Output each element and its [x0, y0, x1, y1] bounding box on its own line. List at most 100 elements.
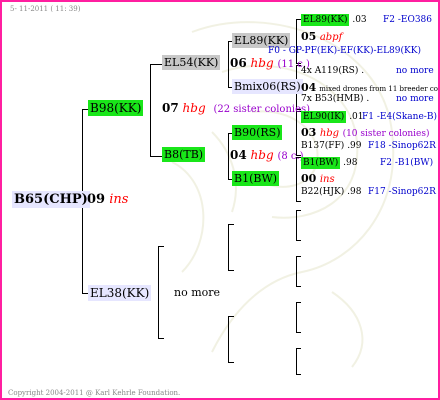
g4-r4-prefix: 4x: [301, 66, 312, 76]
g4-row-11: 00 ins: [301, 173, 335, 185]
mmf-id: Bmix06(RS): [232, 79, 303, 94]
connector: [296, 201, 301, 202]
g4-r10-id: B1(BW): [301, 157, 341, 169]
g4-r2-origin: abpf: [319, 32, 343, 43]
g4-r2-year: 05: [301, 30, 317, 43]
copyright-footer: Copyright 2004-2011 @ Karl Kehrle Founda…: [8, 389, 181, 397]
g4-r6-id: B53(HMB): [314, 94, 364, 104]
mf-origin: hbg: [250, 148, 274, 162]
connector: [228, 133, 229, 179]
g4-row-12[interactable]: B22(HJK) .98: [301, 188, 361, 197]
connector: [296, 348, 297, 374]
g4-r12-year: .98: [347, 187, 362, 197]
g4-r9-id: B137(FF): [301, 141, 345, 151]
mother-origin: hbg: [182, 101, 206, 115]
connector: [150, 64, 151, 156]
root-node[interactable]: B65(CHP): [12, 191, 90, 208]
connector: [296, 286, 301, 287]
connector: [228, 362, 234, 363]
mm-details: 06 hbg (11 c.): [230, 57, 310, 70]
g4-r1-id: EL89(KK): [301, 14, 350, 26]
mf-note: (8 c.): [277, 151, 304, 162]
g4-r4-id: A119(RS): [314, 66, 359, 76]
pedigree-frame: 5- 11-2011 ( 11: 39) Copyright 2004-2011…: [0, 0, 440, 400]
connector: [158, 338, 164, 339]
connector: [296, 210, 297, 240]
g4-r11-origin: ins: [319, 174, 335, 185]
mother-node[interactable]: B98(KK): [88, 100, 144, 116]
g4-row-9[interactable]: B137(FF) .99: [301, 142, 362, 151]
g4-row-7[interactable]: EL90(IK) .01: [301, 111, 364, 123]
connector: [228, 316, 234, 317]
mm-origin: hbg: [250, 56, 274, 70]
g4-r3-overlap-pedigree: F0 - GP-PF(EK)-EF(KK)-EL89(KK): [268, 46, 421, 56]
connector: [296, 240, 301, 241]
g4-r9-pedigree: F18 -Sinop62R: [368, 141, 436, 151]
g4-r5-year: 04: [301, 81, 317, 94]
g4-r6-year: .: [366, 94, 370, 104]
mm-node[interactable]: EL54(KK): [162, 55, 221, 70]
g4-row-4[interactable]: 4x A119(RS) .: [301, 67, 364, 76]
g4-r1-pedigree: F2 -EO386: [383, 15, 432, 25]
g4-r7-id: EL90(IK): [301, 111, 347, 123]
g4-row-5: 04 mixed drones from 11 breeder colonies: [301, 81, 438, 94]
mf-details: 04 hbg (8 c.): [230, 149, 304, 162]
connector: [228, 270, 234, 271]
g4-r8-year: 03: [301, 126, 317, 139]
mother-note: (22 sister colonies): [213, 104, 311, 115]
connector: [228, 41, 229, 87]
root-queen-id: B65(CHP): [12, 191, 90, 208]
g4-row-2: 05 abpf: [301, 31, 342, 43]
connector: [296, 256, 301, 257]
root-year: 09: [87, 192, 106, 207]
g4-r11-year: 00: [301, 172, 317, 185]
connector: [228, 224, 229, 270]
g4-row-1[interactable]: EL89(KK) .03: [301, 14, 367, 26]
g4-row-8: 03 hbg (10 sister colonies): [301, 127, 430, 139]
g4-r7-pedigree: F1 -E4(Skane-B): [362, 112, 437, 122]
mother-id: B98(KK): [88, 100, 144, 116]
g4-r10-year: .98: [343, 158, 358, 168]
mf-id: B8(TB): [162, 147, 206, 162]
connector: [150, 64, 162, 65]
g4-r6-prefix: 7x: [301, 94, 312, 104]
g4-r10-pedigree: F2 -B1(BW): [380, 158, 434, 168]
mmf-node[interactable]: Bmix06(RS): [232, 79, 303, 94]
father-id: EL38(KK): [88, 285, 152, 301]
root-origin: ins: [109, 192, 129, 207]
mf-node[interactable]: B8(TB): [162, 147, 206, 162]
mff-node[interactable]: B1(BW): [232, 171, 280, 186]
father-note: no more: [174, 286, 221, 299]
mff-id: B1(BW): [232, 171, 280, 186]
g4-row-10[interactable]: B1(BW) .98: [301, 157, 358, 169]
mfm-node[interactable]: B90(RS): [232, 125, 283, 140]
mother-details: 07 hbg (22 sister colonies): [162, 102, 310, 115]
g4-r12-id: B22(HJK): [301, 187, 345, 197]
root-year-origin: 09 ins: [87, 193, 128, 206]
mf-year: 04: [230, 148, 247, 162]
connector: [296, 348, 301, 349]
mother-year: 07: [162, 101, 179, 115]
connector: [296, 256, 297, 286]
connector: [296, 210, 301, 211]
mm-year: 06: [230, 56, 247, 70]
connector: [158, 246, 159, 338]
connector: [296, 374, 301, 375]
g4-r12-pedigree: F17 -Sinop62R: [368, 187, 436, 197]
g4-row-6[interactable]: 7x B53(HMB) .: [301, 95, 369, 104]
connector: [296, 332, 301, 333]
father-node[interactable]: EL38(KK): [88, 285, 152, 301]
mmm-node[interactable]: EL89(KK): [232, 33, 291, 48]
connector: [296, 157, 297, 201]
g4-r8-origin: hbg: [319, 128, 340, 139]
g4-r8-note: (10 sister colonies): [342, 129, 430, 139]
mm-id: EL54(KK): [162, 55, 221, 70]
report-date: 5- 11-2011 ( 11: 39): [10, 5, 81, 13]
g4-r6-note: no more: [396, 94, 434, 104]
g4-r9-year: .99: [347, 141, 362, 151]
connector: [296, 302, 297, 332]
g4-r1-year: .03: [352, 15, 367, 25]
connector: [296, 302, 301, 303]
connector: [228, 224, 234, 225]
connector: [158, 246, 164, 247]
